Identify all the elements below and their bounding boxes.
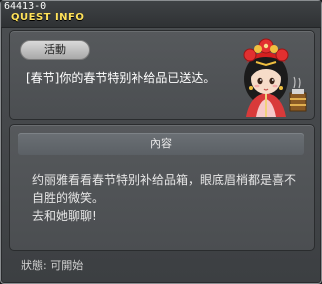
quest-description: 约丽雅看看春节特别补给品箱，眼底眉梢都是喜不 自胜的微笑。 去和她聊聊! bbox=[32, 171, 307, 225]
quest-status: 狀態: 可開始 bbox=[21, 259, 84, 272]
quest-summary-panel: 活動 [春节]你的春节特别补给品已送达。 bbox=[9, 30, 315, 120]
description-line: 去和她聊聊! bbox=[32, 209, 97, 223]
quest-id: 64413-0 bbox=[4, 1, 47, 12]
category-badge: 活動 bbox=[20, 40, 90, 60]
description-line: 自胜的微笑。 bbox=[32, 191, 105, 205]
quest-info-window: 64413-0 QUEST INFO 活動 [春节]你的春节特别补给品已送达。 bbox=[0, 0, 322, 284]
content-header: 內容 bbox=[18, 133, 304, 155]
npc-portrait bbox=[243, 38, 307, 117]
description-line: 约丽雅看看春节特别补给品箱，眼底眉梢都是喜不 bbox=[32, 173, 297, 187]
title-bar[interactable]: 64413-0 QUEST INFO bbox=[1, 1, 321, 28]
quest-notice: [春节]你的春节特别补给品已送达。 bbox=[26, 71, 216, 85]
quest-content-panel: 內容 约丽雅看看春节特别补给品箱，眼底眉梢都是喜不 自胜的微笑。 去和她聊聊! bbox=[9, 124, 315, 251]
window-title: QUEST INFO bbox=[11, 12, 85, 23]
